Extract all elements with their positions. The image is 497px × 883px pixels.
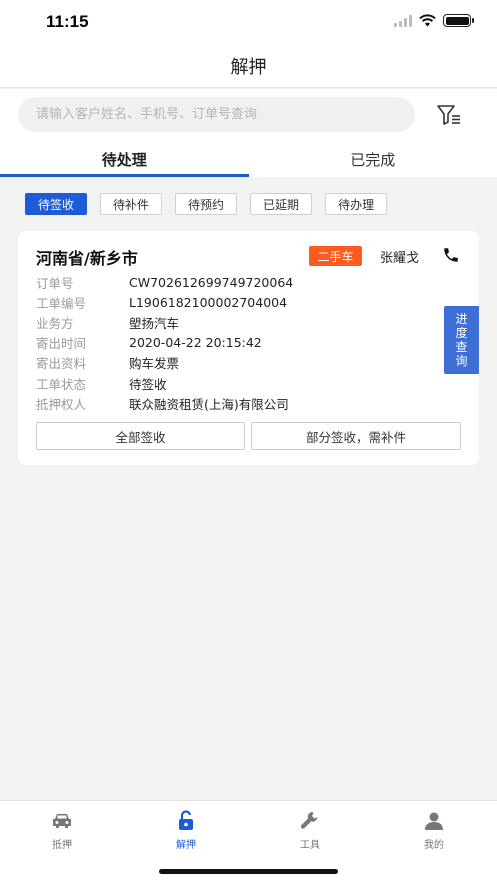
battery-icon	[443, 14, 474, 27]
user-icon	[425, 812, 443, 830]
progress-query-tab[interactable]: 进度查询	[444, 306, 479, 374]
page-title: 解押	[230, 56, 267, 78]
field-value: 塱扬汽车	[129, 315, 180, 331]
field-row: 寄出资料 购车发票	[36, 353, 293, 373]
field-label: 工单状态	[36, 376, 87, 392]
tab-completed[interactable]: 已完成	[249, 141, 497, 177]
field-row: 工单状态 待签收	[36, 373, 293, 393]
status-time: 11:15	[46, 12, 89, 31]
wifi-icon	[419, 14, 436, 27]
field-label: 寄出资料	[36, 356, 87, 372]
field-label: 业务方	[36, 315, 74, 331]
status-bar: 11:15	[0, 0, 497, 44]
tab-label: 已完成	[350, 150, 396, 169]
progress-query-label: 进度查询	[455, 312, 468, 368]
home-indicator	[159, 869, 338, 874]
field-row: 寄出时间 2020-04-22 20:15:42	[36, 333, 293, 353]
search-box[interactable]	[18, 97, 415, 132]
field-value: 联众融资租赁(上海)有限公司	[129, 396, 289, 412]
sign-all-button[interactable]: 全部签收	[36, 422, 245, 450]
car-type-badge: 二手车	[309, 246, 362, 266]
wrench-icon	[300, 812, 318, 829]
order-card[interactable]: 河南省/新乡市 二手车 张耀戈 订单号 CW702612699749720064…	[18, 231, 479, 465]
chip-to-sign[interactable]: 待签收	[25, 193, 88, 215]
field-row: 工单编号 L1906182100002704004	[36, 292, 293, 312]
card-location: 河南省/新乡市	[36, 249, 138, 268]
tabbar-item-mine[interactable]: 我的	[394, 809, 474, 851]
field-value: 待签收	[129, 376, 167, 392]
tab-pending[interactable]: 待处理	[0, 141, 249, 177]
chip-delayed[interactable]: 已延期	[250, 193, 313, 215]
search-area	[0, 89, 497, 141]
filter-chips: 待签收 待补件 待预约 已延期 待办理	[25, 193, 388, 215]
field-label: 抵押权人	[36, 396, 87, 412]
car-icon	[53, 814, 71, 828]
tabbar-label: 解押	[176, 840, 196, 851]
field-label: 寄出时间	[36, 336, 87, 352]
tabbar-label: 抵押	[52, 840, 72, 851]
chip-to-book[interactable]: 待预约	[175, 193, 238, 215]
partial-sign-button[interactable]: 部分签收，需补件	[251, 422, 461, 450]
tabbar-label: 工具	[300, 840, 320, 851]
phone-icon[interactable]	[442, 246, 460, 264]
field-row: 抵押权人 联众融资租赁(上海)有限公司	[36, 393, 293, 413]
field-value: 2020-04-22 20:15:42	[129, 335, 262, 351]
field-value: 购车发票	[129, 356, 180, 372]
tabbar-label: 我的	[424, 840, 444, 851]
field-value: L1906182100002704004	[129, 294, 288, 310]
unlock-icon	[179, 810, 193, 830]
tabbar-item-release[interactable]: 解押	[146, 809, 226, 851]
field-label: 工单编号	[36, 295, 87, 311]
contact-name: 张耀戈	[380, 251, 420, 266]
search-input[interactable]	[36, 107, 415, 122]
tab-label: 待处理	[101, 150, 147, 169]
tabbar-item-mortgage[interactable]: 抵押	[22, 809, 102, 851]
field-row: 订单号 CW702612699749720064	[36, 272, 293, 292]
chip-to-supplement[interactable]: 待补件	[100, 193, 163, 215]
status-icons	[394, 14, 474, 27]
field-value: CW702612699749720064	[129, 274, 294, 290]
nav-bar: 解押	[0, 44, 497, 88]
field-label: 订单号	[36, 275, 74, 291]
filter-icon[interactable]	[436, 103, 462, 127]
chip-to-handle[interactable]: 待办理	[325, 193, 388, 215]
order-fields: 订单号 CW702612699749720064 工单编号 L190618210…	[36, 272, 293, 413]
tabbar-item-tools[interactable]: 工具	[270, 809, 350, 851]
field-row: 业务方 塱扬汽车	[36, 312, 293, 332]
status-tabs: 待处理 已完成	[0, 141, 497, 177]
signal-icon	[394, 14, 412, 27]
